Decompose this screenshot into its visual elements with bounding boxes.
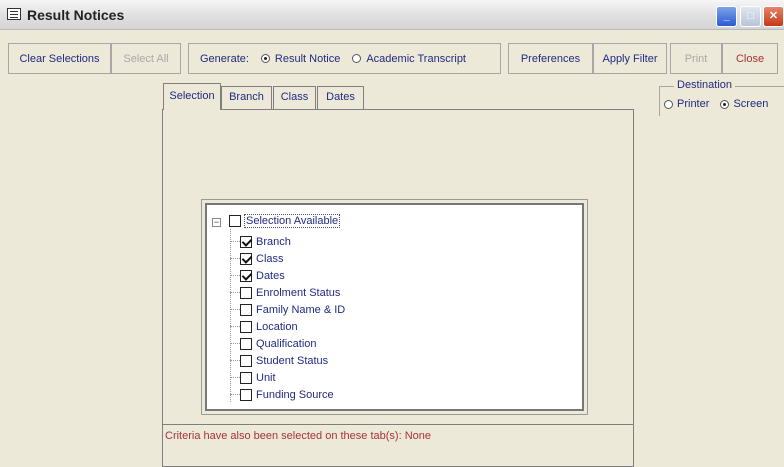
screen-radio[interactable] [720, 99, 730, 109]
minimize-icon: _ [723, 10, 730, 22]
dates-checkbox[interactable] [240, 269, 252, 282]
tree-connector [230, 325, 240, 328]
tree-connector [230, 342, 240, 345]
print-button[interactable]: Print [670, 43, 722, 74]
tab-dates[interactable]: Dates [317, 86, 364, 109]
collapse-icon[interactable]: − [212, 218, 221, 227]
form-icon [7, 8, 21, 20]
tree-item-student-status[interactable]: Student Status [230, 352, 328, 369]
tree-root-label: Selection Available [243, 214, 341, 228]
destination-options: Printer Screen [664, 98, 768, 110]
tree-item-label: Student Status [256, 354, 329, 367]
qualification-checkbox[interactable] [240, 337, 252, 350]
family-name-checkbox[interactable] [240, 303, 252, 316]
tree-item-class[interactable]: Class [230, 250, 284, 267]
close-icon: ✕ [768, 10, 779, 22]
tree-item-family-name[interactable]: Family Name & ID [230, 301, 345, 318]
tree-connector [230, 291, 240, 294]
tree-item-label: Qualification [256, 337, 317, 350]
criteria-status-text: Criteria have also been selected on thes… [165, 430, 431, 442]
tree-connector [230, 359, 240, 362]
apply-filter-button[interactable]: Apply Filter [593, 43, 667, 74]
root-checkbox[interactable] [229, 215, 241, 227]
location-checkbox[interactable] [240, 320, 252, 333]
tree-item-label: Dates [256, 269, 285, 282]
tab-selection[interactable]: Selection [163, 83, 221, 110]
tree-connector [230, 257, 240, 260]
generate-label: Generate: [200, 52, 249, 65]
result-notice-radio[interactable] [260, 54, 270, 63]
tree-item-dates[interactable]: Dates [230, 267, 285, 284]
tree-item-funding-source[interactable]: Funding Source [230, 386, 334, 403]
generate-group: Generate: Result Notice Academic Transcr… [188, 43, 501, 74]
funding-source-checkbox[interactable] [240, 388, 252, 401]
tab-branch[interactable]: Branch [221, 86, 272, 109]
preferences-button[interactable]: Preferences [508, 43, 593, 74]
window-title: Result Notices [27, 7, 125, 23]
student-status-checkbox[interactable] [240, 354, 252, 367]
tree-root[interactable]: Selection Available [229, 214, 341, 228]
branch-checkbox[interactable] [240, 235, 252, 248]
result-notice-label: Result Notice [274, 52, 341, 65]
tree-item-unit[interactable]: Unit [230, 369, 276, 386]
close-window-button[interactable]: ✕ [763, 6, 784, 27]
tree-connector [230, 274, 240, 277]
class-checkbox[interactable] [240, 252, 252, 265]
academic-transcript-radio[interactable] [352, 54, 362, 63]
maximize-icon: □ [747, 10, 754, 22]
tree-item-label: Branch [256, 235, 291, 248]
tree-connector [230, 376, 240, 379]
maximize-button[interactable]: □ [740, 6, 761, 27]
tree-item-location[interactable]: Location [230, 318, 298, 335]
printer-label: Printer [677, 98, 710, 110]
footer-divider [162, 424, 634, 425]
minimize-button[interactable]: _ [716, 6, 737, 27]
academic-transcript-label: Academic Transcript [366, 52, 466, 65]
enrolment-status-checkbox[interactable] [240, 286, 252, 299]
tree-item-label: Family Name & ID [256, 303, 346, 316]
tree-item-label: Location [256, 320, 298, 333]
toolbar: Clear Selections Select All Generate: Re… [0, 30, 784, 74]
tree-item-enrolment-status[interactable]: Enrolment Status [230, 284, 340, 301]
screen-label: Screen [733, 98, 769, 110]
tree-item-qualification[interactable]: Qualification [230, 335, 317, 352]
select-all-button[interactable]: Select All [111, 43, 181, 74]
destination-group: Destination Printer Screen [659, 79, 784, 116]
title-bar: Result Notices _ □ ✕ [0, 0, 784, 30]
close-button[interactable]: Close [722, 43, 778, 74]
tree-item-branch[interactable]: Branch [230, 233, 291, 250]
tree-connector [230, 308, 240, 311]
destination-title: Destination [674, 79, 736, 91]
tree-item-label: Unit [256, 371, 276, 384]
selection-tree: − Selection Available Branch Class Dates… [201, 199, 588, 415]
tree-connector [230, 240, 240, 243]
tree-item-label: Funding Source [256, 388, 334, 401]
tree-connector [230, 393, 240, 396]
tree-item-label: Class [256, 252, 284, 265]
clear-selections-button[interactable]: Clear Selections [8, 43, 111, 74]
printer-radio[interactable] [664, 99, 673, 109]
unit-checkbox[interactable] [240, 371, 252, 384]
tab-class[interactable]: Class [273, 86, 316, 109]
tree-item-label: Enrolment Status [256, 286, 341, 299]
